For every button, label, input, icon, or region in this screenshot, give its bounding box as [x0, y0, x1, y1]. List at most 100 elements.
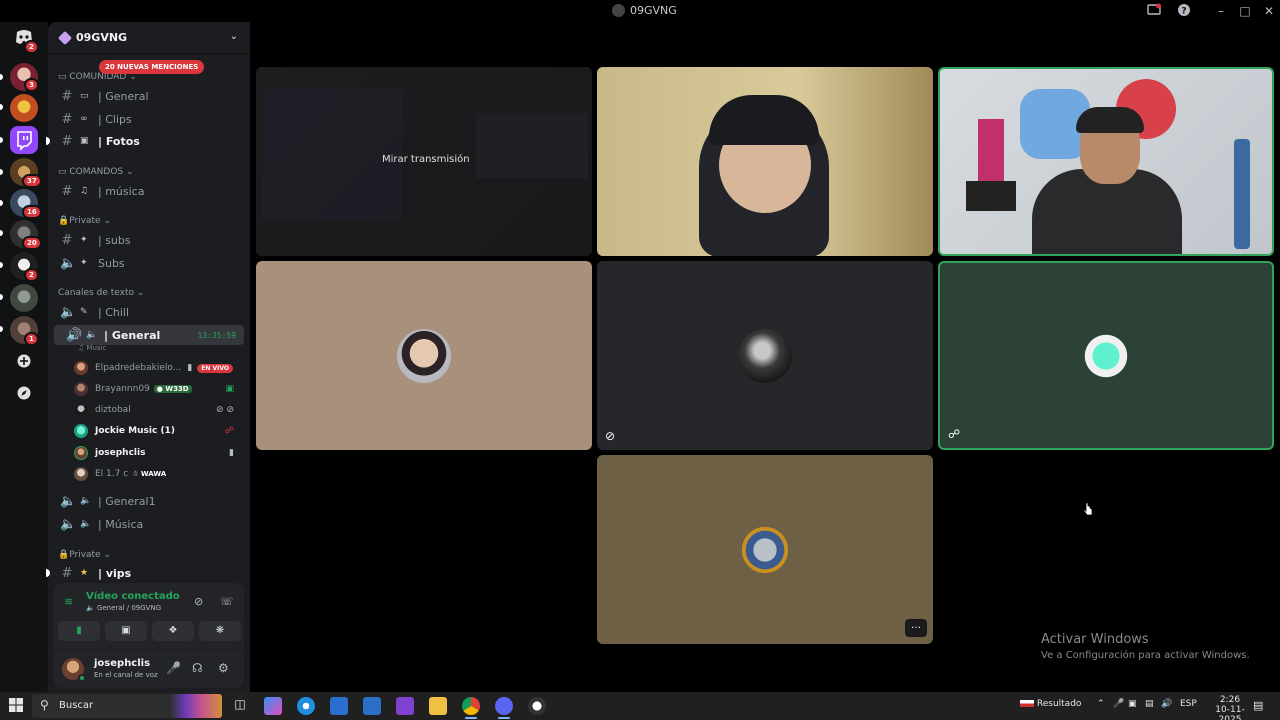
category-private-1[interactable]: 🔒Private ⌄	[48, 211, 250, 231]
voice-member-1[interactable]: Elpadredebakielo... ▮ EN VIVO	[74, 358, 244, 378]
speaker-emoji-icon: 🔈	[86, 330, 98, 340]
music-emoji-icon: ♫	[80, 186, 89, 196]
weather-widget[interactable]: Resultado	[1020, 699, 1081, 709]
more-options-icon[interactable]: …	[905, 619, 927, 637]
channel-clips[interactable]: # ∞ | Clips	[48, 109, 250, 129]
channel-subs-text[interactable]: # ✦ | subs	[48, 230, 250, 250]
avatar-tile-1[interactable]	[256, 261, 592, 450]
settings-gear-icon[interactable]: ⚙	[218, 661, 229, 675]
sparkle-emoji-icon: ✦	[80, 235, 88, 245]
clock[interactable]: 2:26 10-11-2025	[1212, 695, 1248, 720]
language-indicator[interactable]: ESP	[1180, 699, 1197, 709]
server-badge-4: 37	[22, 174, 42, 188]
disconnect-icon[interactable]: ☏	[220, 595, 234, 608]
activities-button[interactable]: ❖	[152, 621, 194, 641]
notifications-icon[interactable]: ▤	[1253, 699, 1263, 712]
avatar-tile-2[interactable]: ⊘	[597, 261, 933, 450]
voice-member-3[interactable]: diztobal ⊘ ⊘	[74, 400, 244, 420]
microphone-icon[interactable]: 🎤	[166, 661, 181, 675]
channel-fotos[interactable]: # ▣ | Fotos	[48, 131, 250, 151]
new-mentions-pill[interactable]: 20 NUEVAS MENCIONES	[99, 60, 205, 74]
channel-musica-text[interactable]: # ♫ | música	[48, 181, 250, 201]
inbox-icon[interactable]	[1146, 3, 1162, 19]
tray-display-icon[interactable]: ▣	[1128, 699, 1137, 709]
soundboard-button[interactable]: ❋	[199, 621, 241, 641]
unread-pip	[0, 104, 3, 110]
webcam-tile-1[interactable]	[597, 67, 933, 256]
hashtag-icon: #	[61, 565, 73, 581]
active-app-indicator	[498, 717, 510, 719]
store-icon[interactable]	[330, 697, 348, 715]
category-private-2[interactable]: 🔒Private ⌄	[48, 545, 250, 565]
copilot-icon[interactable]	[264, 697, 282, 715]
outlook-icon[interactable]	[363, 697, 381, 715]
avatar	[738, 328, 792, 383]
category-comandos[interactable]: ▭ COMANDOS ⌄	[48, 162, 250, 182]
channel-vips[interactable]: # ★ | vips	[48, 563, 250, 583]
avatar-tile-4[interactable]: …	[597, 455, 933, 644]
discord-taskbar-icon[interactable]	[495, 697, 513, 715]
task-view-icon[interactable]: ◫	[231, 697, 249, 715]
tray-volume-icon[interactable]: 🔊	[1161, 699, 1172, 709]
discover-icon[interactable]	[12, 383, 36, 407]
channel-general1-voice[interactable]: 🔈 🔈 | General1	[48, 491, 250, 511]
file-explorer-icon[interactable]	[429, 697, 447, 715]
mouse-cursor-icon	[1083, 501, 1093, 516]
camera-icon: ▮	[187, 363, 193, 373]
camera-button[interactable]: ▮	[58, 621, 100, 641]
tray-chevron-icon[interactable]: ⌃	[1097, 699, 1105, 709]
voice-location[interactable]: 🔈 General / 09GVNG	[86, 604, 161, 612]
channel-musica-voice[interactable]: 🔈 🔈 | Música	[48, 514, 250, 534]
channel-general[interactable]: # ▭ | General	[48, 86, 250, 106]
channel-chill[interactable]: 🔈 ✎ | Chill	[48, 302, 250, 322]
taskbar-search[interactable]: ⚲ Buscar	[32, 694, 222, 718]
stream-tile[interactable]: Mirar transmisión	[256, 67, 592, 256]
channel-general-voice[interactable]: 🔊 🔈 | General 13:35:59	[54, 325, 244, 345]
microphone-emoji-icon: ✎	[80, 307, 88, 317]
channel-status: ♫ Music	[78, 344, 107, 352]
obs-icon[interactable]	[528, 697, 546, 715]
active-app-indicator	[465, 717, 477, 719]
headphones-icon[interactable]: ☊	[192, 661, 203, 675]
category-canales-texto[interactable]: Canales de texto ⌄	[48, 283, 250, 303]
minimize-icon[interactable]: –	[1213, 3, 1229, 19]
webcam-tile-2[interactable]	[938, 67, 1274, 256]
server-avatar-8[interactable]	[10, 284, 38, 312]
windows-activation-watermark: Activar Windows Ve a Configuración para …	[1041, 632, 1250, 661]
username[interactable]: josephclis	[94, 658, 150, 669]
avatar	[74, 446, 88, 460]
windows-start-icon[interactable]	[8, 697, 26, 715]
tray-network-icon[interactable]: ▤	[1145, 699, 1154, 709]
streaming-icon: ☍	[948, 427, 961, 441]
tray-mic-icon[interactable]: 🎤	[1113, 699, 1124, 709]
noise-suppression-icon[interactable]: ⊘	[194, 595, 203, 608]
help-icon[interactable]: ?	[1176, 3, 1192, 19]
server-badge-6: 20	[22, 236, 42, 250]
home-badge: 2	[24, 40, 39, 54]
watch-stream-button[interactable]: Mirar transmisión	[382, 154, 470, 165]
edge-icon[interactable]	[297, 697, 315, 715]
voice-member-4[interactable]: Jockie Music (1) ☍	[74, 421, 244, 441]
add-server-icon[interactable]	[12, 351, 36, 375]
app-icon[interactable]	[396, 697, 414, 715]
chrome-icon[interactable]	[462, 697, 480, 715]
close-icon[interactable]: ✕	[1261, 3, 1277, 19]
chat-emoji-icon: ▭	[80, 91, 89, 101]
screen-share-button[interactable]: ▣	[105, 621, 147, 641]
channel-subs-voice[interactable]: 🔈 ✦ Subs	[48, 253, 250, 273]
voice-member-6[interactable]: El 1.7 c ☃ WAWA	[74, 464, 244, 484]
search-placeholder: Buscar	[59, 700, 94, 711]
voice-member-2[interactable]: Brayannn09 ● W33D ▣	[74, 379, 244, 399]
voice-member-5[interactable]: josephclis ▮	[74, 443, 244, 463]
avatar	[74, 467, 88, 481]
maximize-icon[interactable]: □	[1237, 3, 1253, 19]
avatar	[1079, 328, 1133, 383]
speaker-icon: 🔈	[60, 255, 77, 271]
search-highlight-graphic	[170, 694, 222, 718]
server-badge-5: 16	[22, 205, 42, 219]
avatar-tile-3[interactable]: ☍	[938, 261, 1274, 450]
unread-pip	[0, 169, 3, 175]
twitch-server-icon[interactable]	[10, 126, 38, 154]
server-avatar-2[interactable]	[10, 94, 38, 122]
avatar	[738, 522, 792, 577]
